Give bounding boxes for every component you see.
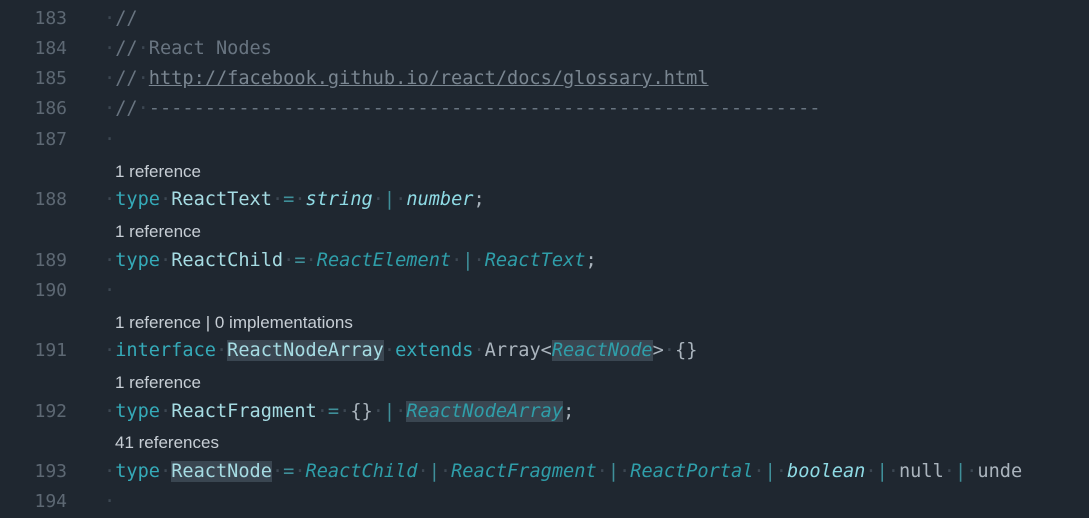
line-number: 193 bbox=[34, 461, 67, 482]
type-name: ReactChild bbox=[171, 250, 284, 271]
code-line-183[interactable]: ·// bbox=[104, 4, 138, 34]
line-number: 183 bbox=[34, 8, 67, 29]
comment: // bbox=[115, 8, 138, 29]
line-number: 188 bbox=[34, 189, 67, 210]
keyword: type bbox=[115, 189, 160, 210]
operator: | bbox=[383, 401, 396, 422]
type-ref: string bbox=[305, 189, 373, 210]
type-name: ReactNodeArray bbox=[227, 340, 384, 361]
type-ref: unde bbox=[977, 461, 1023, 482]
codelens-references[interactable]: 1 reference bbox=[115, 161, 201, 183]
type-ref: ReactNode bbox=[551, 340, 653, 361]
code-line-184[interactable]: ·//·React Nodes bbox=[104, 34, 272, 64]
codelens-references[interactable]: 1 reference bbox=[115, 372, 201, 394]
type-ref: ReactFragment bbox=[451, 461, 597, 482]
code-line-190[interactable]: · bbox=[104, 276, 115, 306]
codelens-references[interactable]: 1 reference bbox=[115, 221, 201, 243]
line-number: 194 bbox=[34, 491, 67, 512]
type-ref: boolean bbox=[787, 461, 866, 482]
code-line-192[interactable]: ·type·ReactFragment·=·{}·|·ReactNodeArra… bbox=[104, 397, 574, 427]
line-number: 184 bbox=[34, 38, 67, 59]
type-ref: number bbox=[406, 189, 474, 210]
keyword: type bbox=[115, 401, 160, 422]
comment-slashes: // bbox=[115, 38, 138, 59]
operator: = bbox=[294, 250, 306, 271]
type-ref: ReactText bbox=[484, 250, 586, 271]
line-number: 190 bbox=[34, 280, 67, 301]
comment-dashes: ----------------------------------------… bbox=[148, 98, 821, 119]
code-line-191[interactable]: ·interface·ReactNodeArray·extends·Array<… bbox=[104, 336, 697, 366]
punctuation: ; bbox=[473, 189, 485, 210]
operator: | bbox=[607, 461, 620, 482]
code-line-188[interactable]: ·type·ReactText·=·string·|·number; bbox=[104, 185, 485, 215]
punctuation: {} bbox=[350, 401, 373, 422]
code-line-194[interactable]: · bbox=[104, 487, 115, 517]
line-number: 189 bbox=[34, 250, 67, 271]
punctuation: > bbox=[652, 340, 664, 361]
punctuation: {} bbox=[675, 340, 698, 361]
comment-text: React Nodes bbox=[148, 38, 272, 59]
code-line-187[interactable]: · bbox=[104, 125, 115, 155]
operator: | bbox=[383, 189, 396, 210]
type-name: ReactNode bbox=[171, 461, 272, 482]
codelens-references[interactable]: 41 references bbox=[115, 432, 219, 454]
comment-slashes: // bbox=[115, 98, 138, 119]
keyword: type bbox=[115, 250, 160, 271]
operator: = bbox=[283, 189, 295, 210]
punctuation: ; bbox=[563, 401, 575, 422]
keyword: type bbox=[115, 461, 160, 482]
code-line-193[interactable]: ·type·ReactNode·=·ReactChild·|·ReactFrag… bbox=[104, 457, 1022, 487]
base-type: Array< bbox=[484, 340, 552, 361]
type-ref: ReactPortal bbox=[630, 461, 754, 482]
type-name: ReactText bbox=[171, 189, 272, 210]
type-ref: ReactNodeArray bbox=[406, 401, 564, 422]
type-ref: null bbox=[898, 461, 944, 482]
line-number: 185 bbox=[34, 68, 67, 89]
operator: | bbox=[954, 461, 967, 482]
code-line-185[interactable]: ·//·http://facebook.github.io/react/docs… bbox=[104, 64, 709, 94]
code-line-186[interactable]: ·//·------------------------------------… bbox=[104, 94, 820, 124]
operator: = bbox=[283, 461, 295, 482]
line-number: 187 bbox=[34, 129, 67, 150]
operator: | bbox=[764, 461, 776, 482]
operator: | bbox=[462, 250, 474, 271]
operator: = bbox=[327, 401, 340, 422]
operator: | bbox=[876, 461, 888, 482]
operator: | bbox=[428, 461, 440, 482]
line-number: 191 bbox=[34, 340, 67, 361]
comment-link[interactable]: http://facebook.github.io/react/docs/glo… bbox=[149, 68, 709, 89]
type-ref: ReactElement bbox=[316, 250, 452, 271]
code-editor[interactable]: 183 184 185 186 187 188 189 190 191 192 … bbox=[0, 0, 1089, 518]
keyword: extends bbox=[395, 340, 474, 361]
line-number: 192 bbox=[34, 401, 67, 422]
line-number: 186 bbox=[34, 98, 67, 119]
comment-slashes: // bbox=[115, 68, 138, 89]
codelens-references[interactable]: 1 reference | 0 implementations bbox=[115, 312, 353, 334]
keyword: interface bbox=[115, 340, 216, 361]
punctuation: ; bbox=[585, 250, 597, 271]
type-ref: ReactChild bbox=[305, 461, 418, 482]
code-line-189[interactable]: ·type·ReactChild·=·ReactElement·|·ReactT… bbox=[104, 246, 597, 276]
type-name: ReactFragment bbox=[171, 401, 317, 422]
